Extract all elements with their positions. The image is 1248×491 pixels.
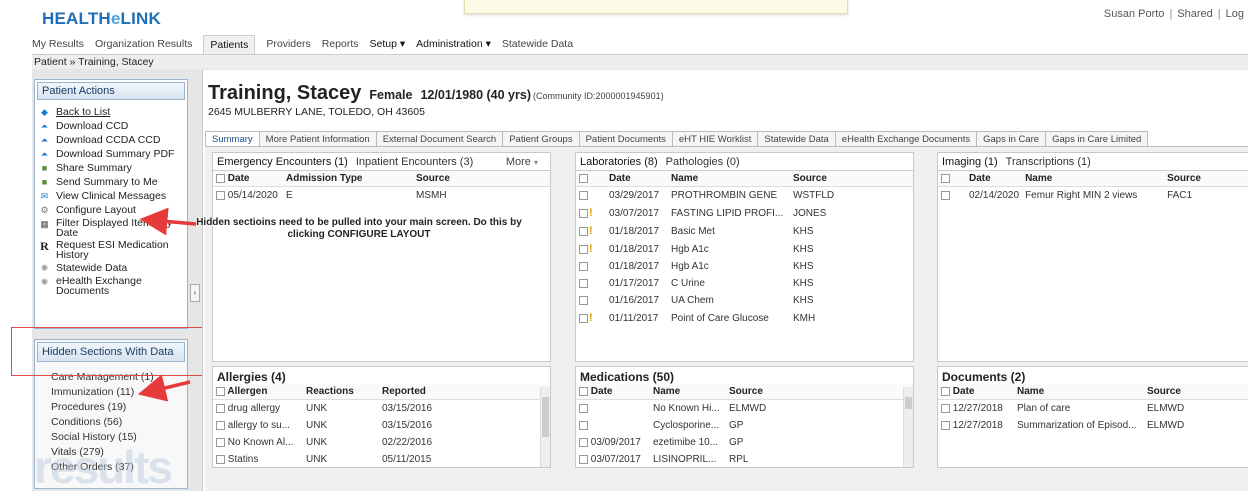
arrow-to-hidden-sections	[137, 374, 191, 402]
annotation-arrows	[137, 207, 197, 402]
arrow-to-configure-layout	[139, 207, 197, 236]
